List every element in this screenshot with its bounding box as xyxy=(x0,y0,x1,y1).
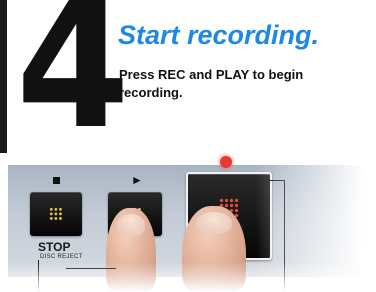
stop-sublabel: DISC REJECT xyxy=(40,254,83,260)
stop-label: STOP xyxy=(38,240,71,254)
stop-symbol-icon xyxy=(53,177,60,184)
fingernail xyxy=(196,212,232,234)
photo-fade-bottom xyxy=(0,262,376,292)
step-number: 4 xyxy=(16,0,130,168)
step-description: Press REC and PLAY to begin recording. xyxy=(119,67,304,100)
rec-indicator-icon xyxy=(220,156,232,168)
left-accent-bar xyxy=(0,0,7,153)
play-symbol-icon: ► xyxy=(131,173,143,187)
stop-led-icon xyxy=(49,207,63,221)
step-title: Start recording. xyxy=(118,20,320,50)
fingernail xyxy=(117,214,145,236)
recorder-photo: ► STOP DISC REJECT xyxy=(0,150,376,292)
stop-button[interactable] xyxy=(30,192,82,236)
